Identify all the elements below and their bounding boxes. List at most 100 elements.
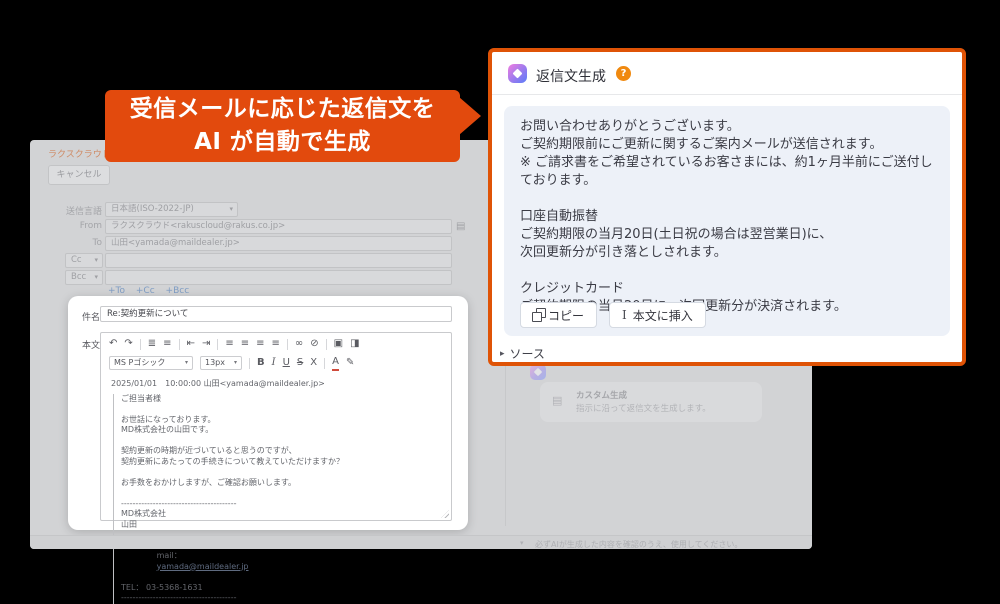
chevron-down-icon: ▾ (185, 357, 188, 369)
editor-toolbar-row2: MS Pゴシック ▾ 13px ▾ B I U S X A ✎ (109, 355, 354, 371)
toolbar-divider (217, 339, 218, 350)
from-input[interactable]: ラクスクラウド<rakuscloud@rakus.co.jp> (105, 219, 452, 234)
copy-icon (533, 311, 542, 320)
italic-icon[interactable]: I (272, 356, 276, 370)
insert-to-body-button[interactable]: I 本文に挿入 (609, 302, 706, 328)
align-left-icon[interactable]: ≡ (225, 337, 233, 351)
editor-toolbar-row1: ↶ ↷ ≣ ≡ ⇤ ⇥ ≡ ≡ ≡ ≡ ∞ ⊘ ▣ (109, 337, 360, 351)
cc-input[interactable] (105, 253, 452, 268)
cc-label: Cc (71, 255, 82, 265)
panel-title: 返信文生成 (536, 66, 606, 86)
image-icon[interactable]: ▣ (334, 337, 343, 351)
quote-line: お手数をおかけしますが、ご確認お願いします。 (121, 478, 443, 489)
toolbar-divider (179, 339, 180, 350)
mail-label: mail： (157, 551, 182, 560)
quoted-email: ご担当者様 お世話になっております。 MD株式会社の山田です。 契約更新の時期が… (113, 394, 443, 604)
ai-disclaimer-note: 必ずAIが生成した内容を確認のうえ、使用してください。 (535, 539, 742, 550)
quote-line: MD株式会社の山田です。 (121, 425, 443, 436)
email-header-line: 2025/01/01 10:00:00 山田<yamada@maildealer… (111, 379, 443, 390)
reply-line: ※ ご請求書をご希望されているお客さまには、約1ヶ月半前にご送付しております。 (520, 154, 934, 190)
font-size-select[interactable]: 13px ▾ (200, 356, 242, 370)
highlight-icon[interactable]: ✎ (346, 356, 354, 370)
redo-icon[interactable]: ↷ (124, 337, 132, 351)
language-label: 送信言語 (50, 204, 102, 217)
add-cc-link[interactable]: +Cc (136, 286, 155, 296)
unlink-icon[interactable]: ⊘ (310, 337, 318, 351)
reply-paragraph: 口座自動振替 ご契約期限の当月20日(土日祝の場合は翌営業日)に、 次回更新分が… (520, 208, 934, 262)
insert-button-label: 本文に挿入 (633, 307, 693, 324)
language-select[interactable]: 日本語(ISO-2022-JP) ▾ (105, 202, 238, 217)
reply-line: 口座自動振替 (520, 208, 934, 226)
underline-icon[interactable]: U (283, 356, 290, 370)
rich-text-editor: ↶ ↷ ≣ ≡ ⇤ ⇥ ≡ ≡ ≡ ≡ ∞ ⊘ ▣ (100, 332, 452, 521)
triangle-right-icon: ▸ (500, 349, 505, 359)
cc-dropdown-button[interactable]: Cc ▾ (65, 253, 103, 268)
text-color-icon[interactable]: A (332, 355, 339, 371)
reply-actions: コピー I 本文に挿入 (520, 302, 706, 328)
chevron-down-icon: ▾ (94, 271, 98, 284)
help-icon[interactable]: ? (616, 66, 631, 81)
toolbar-divider (140, 339, 141, 350)
quote-line (121, 436, 443, 447)
font-family-select[interactable]: MS Pゴシック ▾ (109, 356, 193, 370)
source-label: ソース (510, 345, 545, 362)
clear-format-icon[interactable]: X (310, 356, 317, 370)
ai-sparkle-icon (530, 364, 546, 380)
quote-line: ご担当者様 (121, 394, 443, 405)
subject-label: 件名 (82, 310, 100, 323)
align-justify-icon[interactable]: ≡ (272, 337, 280, 351)
custom-generate-card[interactable]: ▤ カスタム生成 指示に沿って返信文を生成します。 (540, 382, 762, 422)
quote-line (121, 488, 443, 499)
chevron-down-icon: ▾ (520, 539, 524, 547)
copy-button[interactable]: コピー (520, 302, 597, 328)
quote-line: 契約更新にあたっての手続きについて教えていただけますか？ (121, 457, 443, 468)
language-value: 日本語(ISO-2022-JP) (111, 204, 194, 214)
reply-generation-panel: 返信文生成 ? お問い合わせありがとうございます。 ご契約期限前にご更新に関する… (488, 48, 966, 366)
chevron-down-icon: ▾ (234, 357, 237, 369)
reply-line: ご契約期限前にご更新に関するご案内メールが送信されます。 (520, 136, 934, 154)
bcc-dropdown-button[interactable]: Bcc ▾ (65, 270, 103, 285)
tel-line: TEL： 03-5368-1631 (121, 583, 443, 594)
callout-line2: AI が自動で生成 (194, 126, 371, 159)
align-center-icon[interactable]: ≡ (241, 337, 249, 351)
reply-line: 次回更新分が引き落としされます。 (520, 244, 934, 262)
ibeam-cursor-icon: I (622, 308, 627, 322)
signature-divider: ---------------------------------------- (121, 499, 443, 510)
subject-input[interactable]: Re:契約更新について (100, 306, 452, 322)
outdent-icon[interactable]: ⇤ (187, 337, 195, 351)
chevron-down-icon: ▾ (229, 203, 233, 216)
custom-generate-title: カスタム生成 (576, 389, 627, 401)
custom-generate-subtitle: 指示に沿って返信文を生成します。 (576, 402, 711, 414)
feature-callout: 受信メールに応じた返信文を AI が自動で生成 (105, 90, 460, 162)
strikethrough-icon[interactable]: S (297, 356, 303, 370)
email-link[interactable]: yamada@maildealer.jp (157, 562, 249, 571)
to-input[interactable]: 山田<yamada@maildealer.jp> (105, 236, 452, 251)
quote-line (121, 404, 443, 415)
add-to-link[interactable]: +To (108, 286, 125, 296)
panel-divider (505, 366, 506, 526)
add-recipient-links: +To +Cc +Bcc (108, 286, 197, 296)
toolbar-divider (287, 339, 288, 350)
align-right-icon[interactable]: ≡ (256, 337, 264, 351)
reply-paragraph: お問い合わせありがとうございます。 ご契約期限前にご更新に関するご案内メールが送… (520, 118, 934, 190)
add-bcc-link[interactable]: +Bcc (166, 286, 190, 296)
cancel-button[interactable]: キャンセル (48, 165, 110, 185)
source-disclosure[interactable]: ▸ ソース (500, 345, 545, 362)
email-body[interactable]: 2025/01/01 10:00:00 山田<yamada@maildealer… (111, 379, 443, 604)
chevron-down-icon: ▾ (94, 254, 98, 267)
document-icon: ▤ (552, 394, 562, 407)
undo-icon[interactable]: ↶ (109, 337, 117, 351)
ordered-list-icon[interactable]: ≣ (148, 337, 156, 351)
bullet-list-icon[interactable]: ≡ (163, 337, 171, 351)
video-icon[interactable]: ◨ (350, 337, 359, 351)
bold-icon[interactable]: B (257, 356, 265, 370)
quote-line: 山田 (121, 520, 443, 531)
panel-header: 返信文生成 ? (492, 52, 962, 95)
indent-icon[interactable]: ⇥ (202, 337, 210, 351)
reply-line: お問い合わせありがとうございます。 (520, 118, 934, 136)
ai-sparkle-icon (508, 64, 527, 83)
link-icon[interactable]: ∞ (295, 337, 303, 351)
font-family-value: MS Pゴシック (114, 357, 181, 369)
address-book-icon[interactable]: ▤ (456, 221, 465, 232)
bcc-input[interactable] (105, 270, 452, 285)
